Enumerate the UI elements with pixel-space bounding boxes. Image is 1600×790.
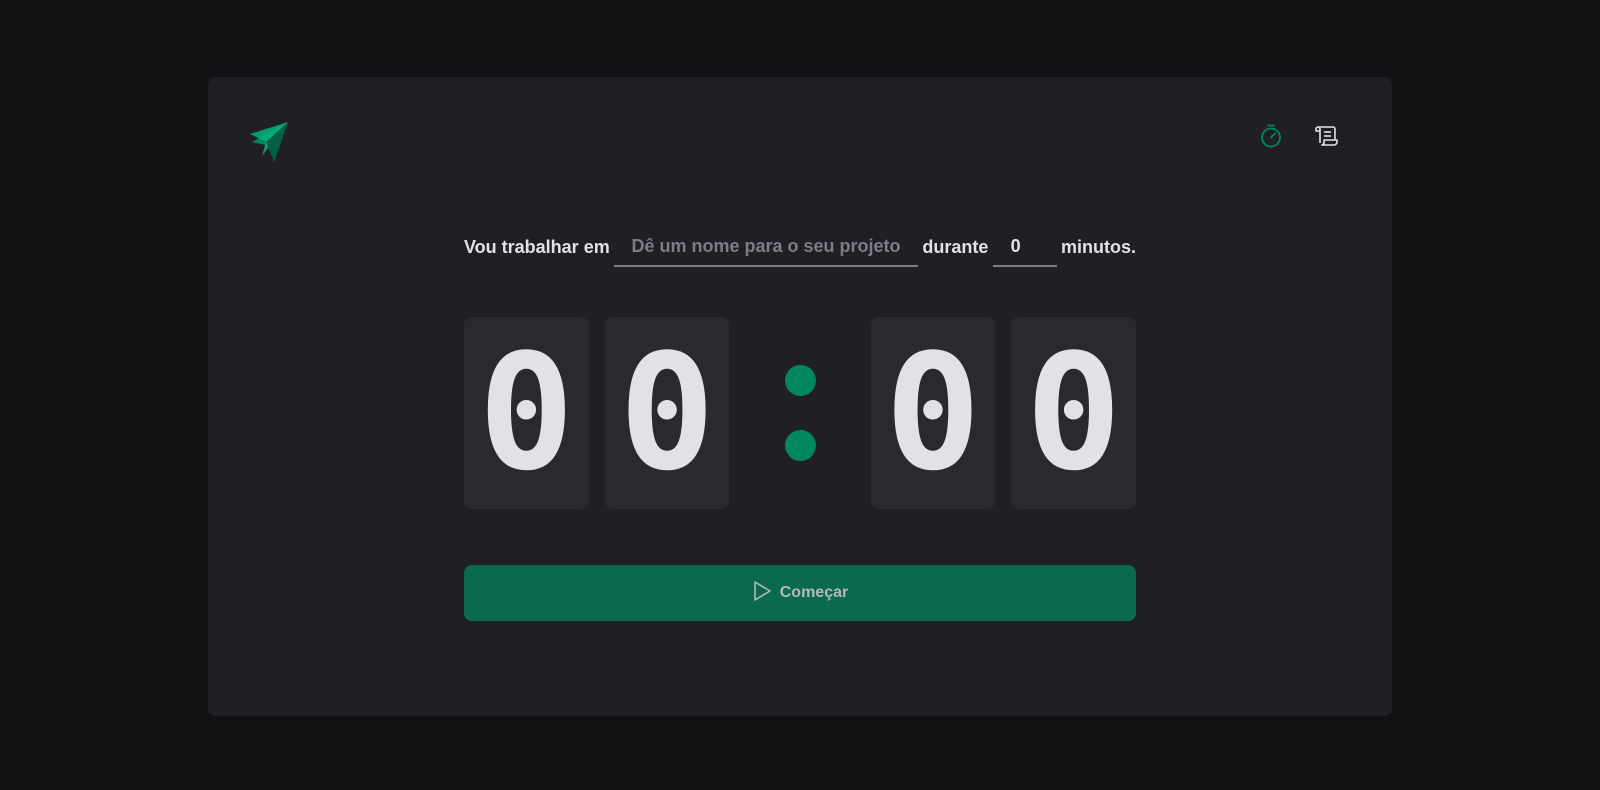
ignite-logo-icon — [248, 120, 290, 162]
seconds-ones-digit: 0 — [1011, 317, 1136, 509]
duration-label: durante — [922, 236, 989, 257]
separator-dot-top — [784, 365, 816, 396]
start-button[interactable]: Começar — [464, 565, 1136, 621]
task-input[interactable] — [614, 227, 919, 267]
header-nav — [1258, 124, 1340, 154]
scroll-icon — [1315, 124, 1339, 153]
history-nav-button[interactable] — [1314, 125, 1340, 154]
app-card: Vou trabalhar em durante minutos. 0 0 0 … — [208, 77, 1392, 716]
countdown-separator — [745, 317, 854, 509]
separator-dot-bottom — [784, 430, 816, 461]
start-button-label: Começar — [779, 584, 849, 601]
minutes-input[interactable] — [992, 227, 1057, 267]
seconds-tens-digit: 0 — [870, 317, 996, 509]
timer-nav-button[interactable] — [1258, 124, 1284, 154]
task-label: Vou trabalhar em — [464, 236, 610, 257]
minutes-suffix: minutos. — [1060, 236, 1136, 257]
play-icon — [752, 580, 772, 607]
timer-icon — [1260, 124, 1282, 153]
minutes-tens-digit: 0 — [464, 317, 589, 509]
minutes-ones-digit: 0 — [604, 317, 730, 509]
task-form: Vou trabalhar em durante minutos. — [464, 227, 1136, 267]
countdown: 0 0 0 0 — [464, 317, 1136, 509]
